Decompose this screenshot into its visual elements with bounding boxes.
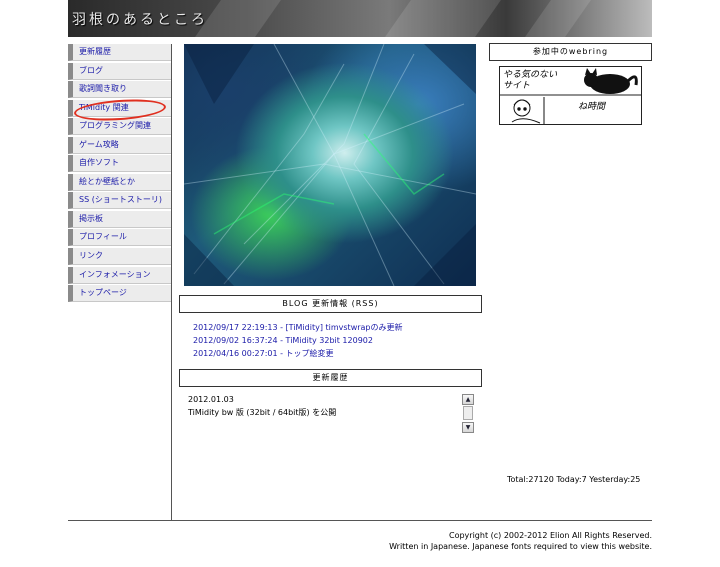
cat-icon (584, 68, 638, 94)
nav-item-artwork[interactable]: 絵とか壁紙とか (68, 173, 171, 191)
hero-artwork-lines (184, 44, 476, 286)
blog-entry-link[interactable]: 2012/04/16 00:27:01 - トップ絵変更 (193, 347, 403, 360)
chevron-up-icon[interactable]: ▲ (462, 394, 474, 405)
banner-decoration (385, 0, 501, 37)
nav-item-programming[interactable]: プログラミング関連 (68, 118, 171, 136)
nav-item-short-story[interactable]: SS (ショートストーリ) (68, 192, 171, 210)
nav-item-top-page[interactable]: トップページ (68, 285, 171, 303)
nav-item-links[interactable]: リンク (68, 248, 171, 266)
nav-item-lyrics[interactable]: 歌詞聞き取り (68, 81, 171, 99)
header-banner: 羽根のあるところ (68, 0, 652, 37)
footer-divider (68, 520, 652, 521)
hero-artwork (184, 44, 476, 286)
access-counter: Total:27120 Today:7 Yesterday:25 (507, 475, 641, 484)
font-notice: Written in Japanese. Japanese fonts requ… (389, 542, 652, 551)
history-entry-text: TiMidity bw 版 (32bit / 64bit版) を公開 (188, 408, 337, 417)
sidebar-divider (171, 44, 172, 520)
nav-item-timidity[interactable]: TiMidity 関連 (68, 99, 171, 117)
nav-item-blog[interactable]: ブログ (68, 62, 171, 80)
scrollbar-thumb[interactable] (463, 406, 473, 420)
webring-banner[interactable]: やる気のないサイト ね時間 (499, 66, 642, 125)
blog-heading: BLOG 更新情報 (RSS) (179, 295, 482, 313)
webring-banner-text: やる気のないサイト (503, 70, 558, 91)
webring-heading: 参加中のwebring (489, 43, 652, 61)
blog-entry-link[interactable]: 2012/09/02 16:37:24 - TiMidity 32bit 120… (193, 334, 403, 347)
character-sketch (511, 97, 545, 124)
webring-banner-text: ね時間 (578, 102, 606, 112)
nav-item-bbs[interactable]: 掲示板 (68, 210, 171, 228)
nav-item-profile[interactable]: プロフィール (68, 229, 171, 247)
copyright-text: Copyright (c) 2002-2012 Elion All Rights… (449, 531, 652, 540)
history-heading: 更新履歴 (179, 369, 482, 387)
nav-item-software[interactable]: 自作ソフト (68, 155, 171, 173)
nav-item-game-guides[interactable]: ゲーム攻略 (68, 136, 171, 154)
sidebar-nav: 更新履歴 ブログ 歌詞聞き取り TiMidity 関連 プログラミング関連 ゲー… (68, 44, 171, 304)
site-title: 羽根のあるところ (72, 12, 208, 28)
chevron-down-icon[interactable]: ▼ (462, 422, 474, 433)
blog-list: 2012/09/17 22:19:13 - [TiMidity] timvstw… (193, 321, 403, 360)
history-date: 2012.01.03 (188, 395, 234, 404)
banner-decoration (525, 0, 591, 37)
blog-entry-link[interactable]: 2012/09/17 22:19:13 - [TiMidity] timvstw… (193, 321, 403, 334)
nav-item-information[interactable]: インフォメーション (68, 266, 171, 284)
nav-item-history[interactable]: 更新履歴 (68, 44, 171, 61)
history-scrollbar[interactable]: ▲ ▼ (462, 394, 474, 434)
